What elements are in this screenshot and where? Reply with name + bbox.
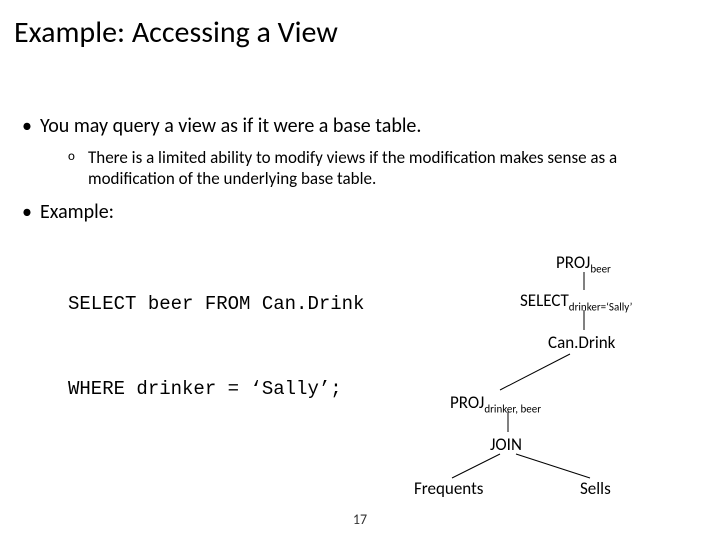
bullet-level2: o There is a limited ability to modify v… — [68, 147, 698, 190]
tree-node-join: JOIN — [490, 434, 522, 455]
bullet-dot: • — [22, 114, 40, 139]
tree-node-frequents: Frequents — [414, 478, 483, 499]
bullet-level1: • Example: — [22, 200, 698, 225]
slide-title: Example: Accessing a View — [14, 14, 338, 51]
tree-node-proj-beer: PROJbeer — [556, 252, 611, 275]
bullet-circle: o — [68, 147, 88, 190]
tree-node-sells: Sells — [580, 478, 611, 499]
bullet-text: You may query a view as if it were a bas… — [40, 114, 421, 139]
tree-node-candrink: Can.Drink — [548, 332, 615, 353]
page-number: 17 — [0, 511, 720, 528]
bullet-text: Example: — [40, 200, 114, 225]
bullet-text: There is a limited ability to modify vie… — [88, 147, 698, 190]
tree-node-proj-drinker-beer: PROJdrinker, beer — [450, 392, 541, 415]
tree-node-select: SELECTdrinker=‘Sally’ — [520, 290, 632, 313]
bullet-level1: • You may query a view as if it were a b… — [22, 114, 698, 139]
slide-body: • You may query a view as if it were a b… — [22, 114, 698, 461]
code-line: WHERE drinker = ‘Sally’; — [68, 375, 698, 404]
bullet-dot: • — [22, 200, 40, 225]
